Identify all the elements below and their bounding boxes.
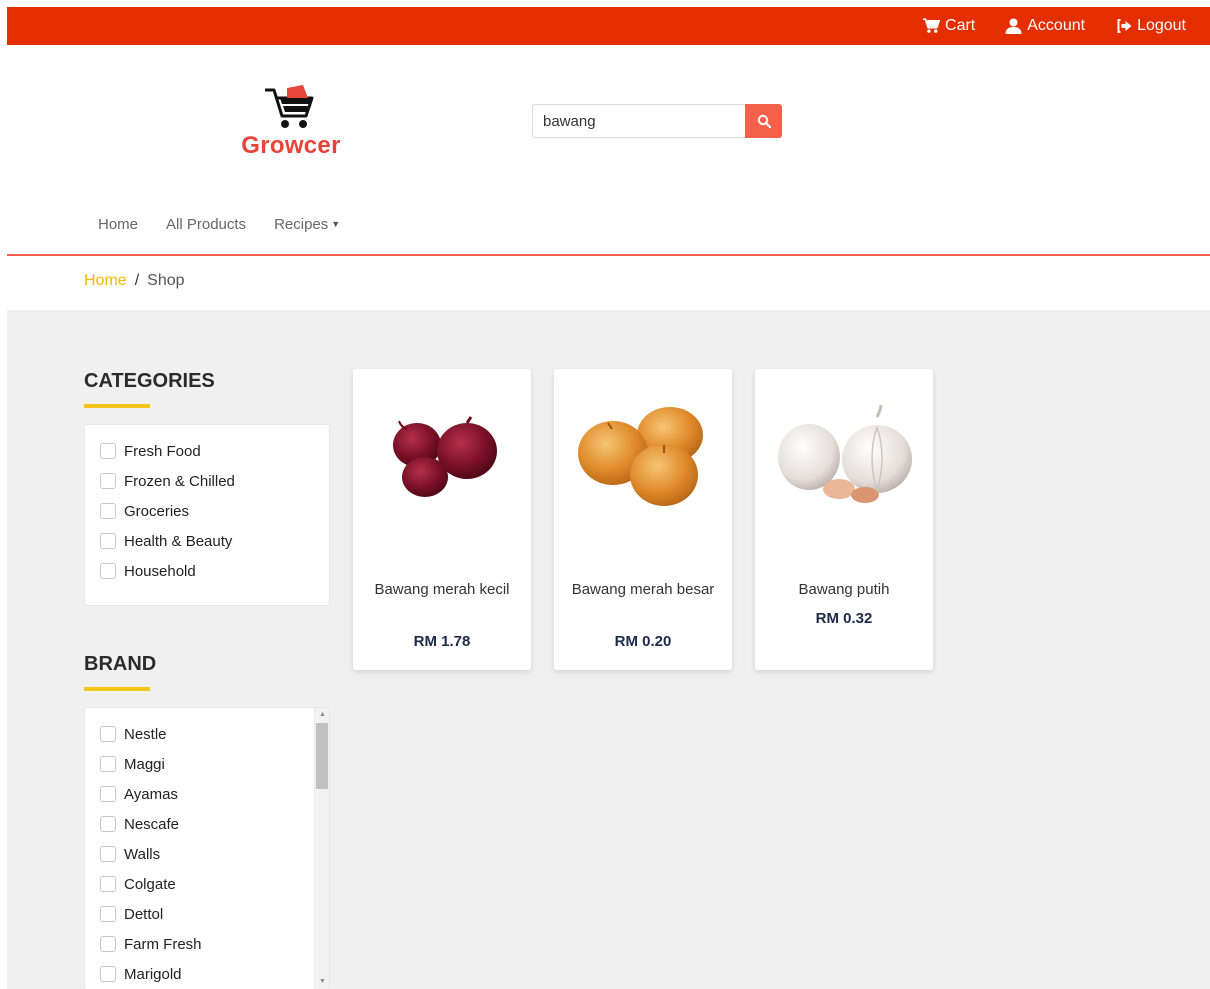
category-checkbox[interactable] — [100, 503, 116, 519]
category-item[interactable]: Fresh Food — [85, 436, 329, 466]
brand-label: Nescafe — [124, 815, 180, 833]
cart-link[interactable]: Cart — [923, 17, 975, 35]
category-checkbox[interactable] — [100, 533, 116, 549]
main-nav: Home All Products Recipes ▼ — [98, 216, 340, 233]
yellow-onion-icon — [578, 407, 703, 506]
account-link[interactable]: Account — [1005, 17, 1085, 35]
product-name[interactable]: Bawang merah besar — [564, 579, 722, 601]
top-bar: Cart Account Logout — [7, 7, 1210, 45]
category-checkbox[interactable] — [100, 443, 116, 459]
product-name[interactable]: Bawang merah kecil — [363, 579, 521, 601]
breadcrumb-home[interactable]: Home — [84, 272, 127, 290]
brand-checkbox[interactable] — [100, 936, 116, 952]
garlic-icon — [778, 404, 912, 503]
category-item[interactable]: Frozen & Chilled — [85, 466, 329, 496]
site-logo[interactable]: Growcer — [234, 84, 348, 160]
nav-recipes-dropdown[interactable]: Recipes ▼ — [274, 216, 340, 233]
product-card[interactable]: Bawang putih RM 0.32 — [755, 369, 933, 670]
brand-item[interactable]: Colgate — [85, 869, 329, 899]
product-card[interactable]: Bawang merah besar RM 0.20 — [554, 369, 732, 670]
brand-label: Walls — [124, 845, 161, 863]
brand-label: Maggi — [124, 755, 165, 773]
brand-item[interactable]: Ayamas — [85, 779, 329, 809]
breadcrumb: Home / Shop — [84, 272, 185, 290]
product-price: RM 0.20 — [614, 633, 672, 650]
breadcrumb-current: Shop — [147, 272, 185, 289]
brand-scrollbar[interactable]: ▲ ▼ — [314, 708, 329, 989]
category-item[interactable]: Household — [85, 556, 329, 586]
category-checkbox[interactable] — [100, 473, 116, 489]
nav-home[interactable]: Home — [98, 216, 138, 233]
product-name[interactable]: Bawang putih — [765, 579, 923, 601]
categories-underline — [84, 404, 150, 408]
brand-checkbox[interactable] — [100, 816, 116, 832]
brand-checkbox[interactable] — [100, 906, 116, 922]
product-price: RM 1.78 — [413, 633, 471, 650]
brand-item[interactable]: Dettol — [85, 899, 329, 929]
logo-text: Growcer — [241, 132, 341, 159]
category-label: Household — [124, 562, 196, 580]
brand-filter-box: Nestle Maggi Ayamas Nescafe Walls Colgat… — [84, 707, 330, 989]
brand-label: Dettol — [124, 905, 164, 923]
product-price: RM 0.32 — [815, 610, 873, 627]
brand-checkbox[interactable] — [100, 966, 116, 982]
cart-icon — [923, 18, 941, 33]
category-checkbox[interactable] — [100, 563, 116, 579]
breadcrumb-separator: / — [134, 272, 140, 289]
brand-checkbox[interactable] — [100, 756, 116, 772]
brand-checkbox[interactable] — [100, 846, 116, 862]
cart-label: Cart — [945, 17, 976, 34]
brand-label: Ayamas — [124, 785, 178, 803]
categories-filter-box: Fresh Food Frozen & Chilled Groceries He… — [84, 424, 330, 606]
search-bar — [532, 104, 782, 138]
brand-item[interactable]: Marigold — [85, 959, 329, 989]
scrollbar-thumb[interactable] — [316, 723, 328, 789]
red-onion-icon — [393, 416, 497, 497]
account-label: Account — [1027, 17, 1086, 34]
nav-recipes-label: Recipes — [274, 216, 329, 233]
category-label: Health & Beauty — [124, 532, 233, 550]
search-icon — [757, 114, 771, 128]
brand-underline — [84, 687, 150, 691]
brand-checkbox[interactable] — [100, 786, 116, 802]
search-button[interactable] — [745, 104, 782, 138]
category-label: Groceries — [124, 502, 190, 520]
brand-checkbox[interactable] — [100, 726, 116, 742]
category-label: Fresh Food — [124, 442, 201, 460]
brand-checkbox[interactable] — [100, 876, 116, 892]
scroll-up-arrow-icon[interactable]: ▲ — [315, 708, 329, 722]
shopping-cart-logo-icon — [265, 85, 314, 128]
brand-item[interactable]: Walls — [85, 839, 329, 869]
brand-label: Nestle — [124, 725, 167, 743]
nav-divider — [7, 254, 1210, 256]
category-item[interactable]: Groceries — [85, 496, 329, 526]
brand-label: Farm Fresh — [124, 935, 202, 953]
user-icon — [1005, 18, 1022, 34]
brand-item[interactable]: Nescafe — [85, 809, 329, 839]
scroll-down-arrow-icon[interactable]: ▼ — [315, 975, 329, 989]
category-item[interactable]: Health & Beauty — [85, 526, 329, 556]
nav-all-products[interactable]: All Products — [166, 216, 246, 233]
logout-label: Logout — [1137, 17, 1186, 34]
brand-item[interactable]: Nestle — [85, 719, 329, 749]
brand-title: BRAND — [84, 653, 157, 675]
search-input[interactable] — [532, 104, 745, 138]
brand-label: Colgate — [124, 875, 176, 893]
brand-label: Marigold — [124, 965, 182, 983]
logout-link[interactable]: Logout — [1115, 17, 1186, 35]
category-label: Frozen & Chilled — [124, 472, 235, 490]
caret-down-icon: ▼ — [331, 219, 341, 229]
brand-item[interactable]: Maggi — [85, 749, 329, 779]
logout-icon — [1117, 19, 1132, 33]
categories-title: CATEGORIES — [84, 370, 215, 392]
product-card[interactable]: Bawang merah kecil RM 1.78 — [353, 369, 531, 670]
brand-item[interactable]: Farm Fresh — [85, 929, 329, 959]
